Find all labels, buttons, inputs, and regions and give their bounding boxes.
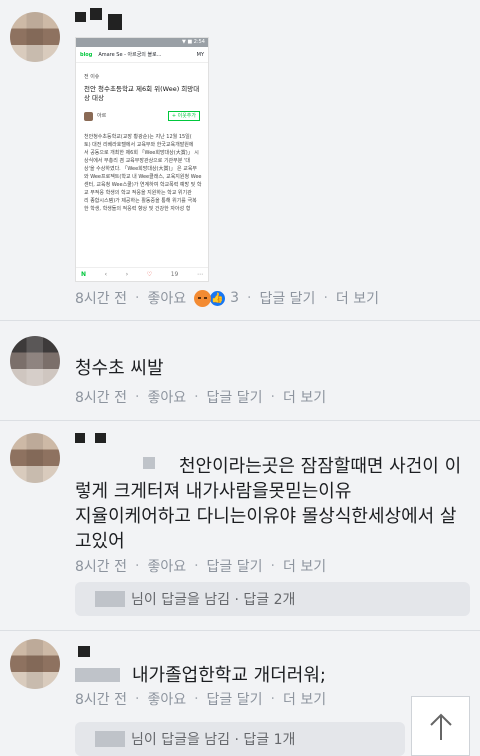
more-link[interactable]: 더 보기: [336, 288, 379, 308]
reactions[interactable]: 👍 3: [194, 289, 240, 307]
post-body: 전 이슈 천안 청수초등학교 제6회 위(Wee) 희망대상 대상 아르 + 이…: [76, 63, 208, 217]
comment-time: 8시간 전: [75, 390, 127, 406]
author-avatar: [84, 111, 93, 121]
reply-summary[interactable]: 님이 답글을 남김 · 답글 2개: [75, 582, 470, 616]
avatar[interactable]: [10, 433, 60, 483]
body-line: 와 Wee프로젝트(학교 내 Wee클래스, 교육지원청 Wee: [84, 174, 202, 180]
share-icon: ⋯: [197, 271, 203, 278]
chevron-left-icon: ‹: [104, 271, 108, 278]
reaction-count: 3: [230, 290, 240, 306]
body-line: 리 종합시스템)가 제공하는 활동중을 통해 위기를 극복: [84, 198, 197, 204]
body-line: 천안청수초등학교(교장 황광순)는 지난 12월 15일(: [84, 134, 192, 140]
blog-my: MY: [196, 51, 204, 58]
comment-text-line: 고있어: [75, 531, 125, 552]
post-footer: N ‹ › ♡ 19 ⋯: [76, 267, 208, 281]
like-link[interactable]: 좋아요: [147, 387, 186, 407]
comment-1: ▼ ■ 2:54 blog Amare Se - 아르궁의 블로... MY 전…: [0, 0, 480, 320]
post-like-count: 19: [170, 271, 179, 278]
attached-screenshot[interactable]: ▼ ■ 2:54 blog Amare Se - 아르궁의 블로... MY 전…: [75, 37, 209, 282]
scroll-to-top-button[interactable]: [411, 696, 470, 756]
redacted-name: [78, 646, 90, 657]
angry-reaction-icon: [194, 289, 212, 307]
body-line: 교 부적응 학생의 학교 적응을 지원하는 학교 위기관: [84, 190, 192, 196]
avatar[interactable]: [10, 12, 60, 62]
body-line: 서 공동으로 개최한 제6회 「Wee희망대상(大賞)」 시: [84, 150, 199, 156]
blog-label: blog: [80, 51, 93, 58]
heart-icon: ♡: [146, 271, 153, 278]
reply-summary-text: 님이 답글을 남김 · 답글 1개: [131, 732, 296, 748]
body-line: 한 학생, 학생들의 적응력 향상 및 건강한 자아성 형: [84, 206, 191, 212]
like-reaction-icon: 👍: [209, 289, 227, 307]
comment-time: 8시간 전: [75, 291, 127, 307]
redacted-name: [90, 8, 102, 20]
phone-status-bar: ▼ ■ 2:54: [76, 38, 208, 47]
redacted-name: [75, 433, 85, 443]
body-line: 상'을 수상하였다. 「Wee희망대상(大賞)」 은 교육부: [84, 166, 198, 172]
reply-summary[interactable]: 님이 답글을 남김 · 답글 1개: [75, 722, 405, 756]
comment-time: 8시간 전: [75, 559, 127, 575]
author-row: 아르 + 이웃추가: [84, 111, 200, 121]
more-link[interactable]: 더 보기: [283, 556, 326, 576]
comment-text-line: 렇게 크게터져 내가사람을못믿는이유: [75, 481, 352, 502]
arrow-up-icon: [429, 713, 452, 740]
redacted-mention: [75, 668, 120, 682]
post-title: 천안 청수초등학교 제6회 위(Wee) 희망대상 대상: [84, 85, 200, 102]
comment-meta: 8시간 전 · 좋아요 · 답글 달기 · 더 보기: [75, 387, 327, 407]
body-line: 센터, 교육청 Wee스쿨)가 연계하여 학교폭력 예방 및 학: [84, 182, 202, 188]
reply-link[interactable]: 답글 달기: [259, 288, 315, 308]
comment-2: 청수초 씨발 8시간 전 · 좋아요 · 답글 달기 · 더 보기: [0, 321, 480, 421]
comment-time: 8시간 전: [75, 692, 127, 708]
comment-meta: 8시간 전 · 좋아요 · 답글 달기 · 더 보기: [75, 556, 327, 576]
body-line: 상식에서 부총리 겸 교육부장관상으로 기관부분 '대: [84, 158, 190, 164]
redacted-avatar: [95, 591, 125, 607]
like-link[interactable]: 좋아요: [147, 288, 186, 308]
comment-4: 내가졸업한학교 개더러워; 8시간 전 · 좋아요 · 답글 달기 · 더 보기…: [0, 631, 480, 756]
redacted-avatar: [95, 731, 125, 747]
reply-link[interactable]: 답글 달기: [207, 387, 263, 407]
author-name: 아르: [97, 113, 107, 119]
avatar[interactable]: [10, 639, 60, 689]
avatar[interactable]: [10, 336, 60, 386]
post-category: 전 이슈: [84, 74, 100, 80]
like-link[interactable]: 좋아요: [147, 556, 186, 576]
comment-3: 천안이라는곳은 잠잠할때면 사건이 이 렇게 크게터져 내가사람을못믿는이유 지…: [0, 421, 480, 631]
blog-header: blog Amare Se - 아르궁의 블로... MY: [76, 47, 208, 63]
like-link[interactable]: 좋아요: [147, 689, 186, 709]
comment-text-line: 천안이라는곳은 잠잠할때면 사건이 이: [179, 456, 462, 477]
naver-n-icon: N: [81, 271, 87, 278]
redacted-mention: [143, 457, 155, 469]
redacted-name: [75, 12, 86, 22]
reply-summary-text: 님이 답글을 남김 · 답글 2개: [131, 592, 296, 608]
more-link[interactable]: 더 보기: [283, 387, 326, 407]
chevron-right-icon: ›: [125, 271, 129, 278]
redacted-name: [95, 433, 106, 443]
body-line: 토) 대전 리베라호텔에서 교육부와 한국교육개발원에: [84, 142, 194, 148]
more-link[interactable]: 더 보기: [283, 689, 326, 709]
redacted-name: [108, 14, 122, 30]
reply-link[interactable]: 답글 달기: [207, 689, 263, 709]
comment-text: 청수초 씨발: [75, 358, 164, 379]
comment-text-line: 지율이케어하고 다니는이유야 몰상식한세상에서 살: [75, 506, 457, 527]
follow-button: + 이웃추가: [167, 111, 200, 121]
blog-title: Amare Se - 아르궁의 블로...: [98, 52, 162, 58]
comment-meta: 8시간 전 · 좋아요 👍 3 · 답글 달기 · 더 보기: [75, 288, 379, 308]
comment-text: 내가졸업한학교 개더러워;: [132, 665, 326, 686]
comment-meta: 8시간 전 · 좋아요 · 답글 달기 · 더 보기: [75, 689, 327, 709]
reply-link[interactable]: 답글 달기: [207, 556, 263, 576]
